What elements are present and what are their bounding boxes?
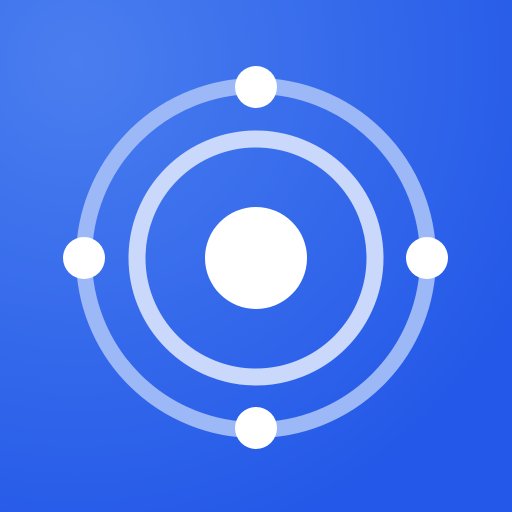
orbit-icon xyxy=(0,0,512,512)
app-icon xyxy=(0,0,512,512)
center-dot xyxy=(205,207,307,309)
orbit-node-left xyxy=(63,237,105,279)
orbit-node-bottom xyxy=(235,407,277,449)
orbit-node-right xyxy=(406,237,448,279)
orbit-node-top xyxy=(235,66,277,108)
